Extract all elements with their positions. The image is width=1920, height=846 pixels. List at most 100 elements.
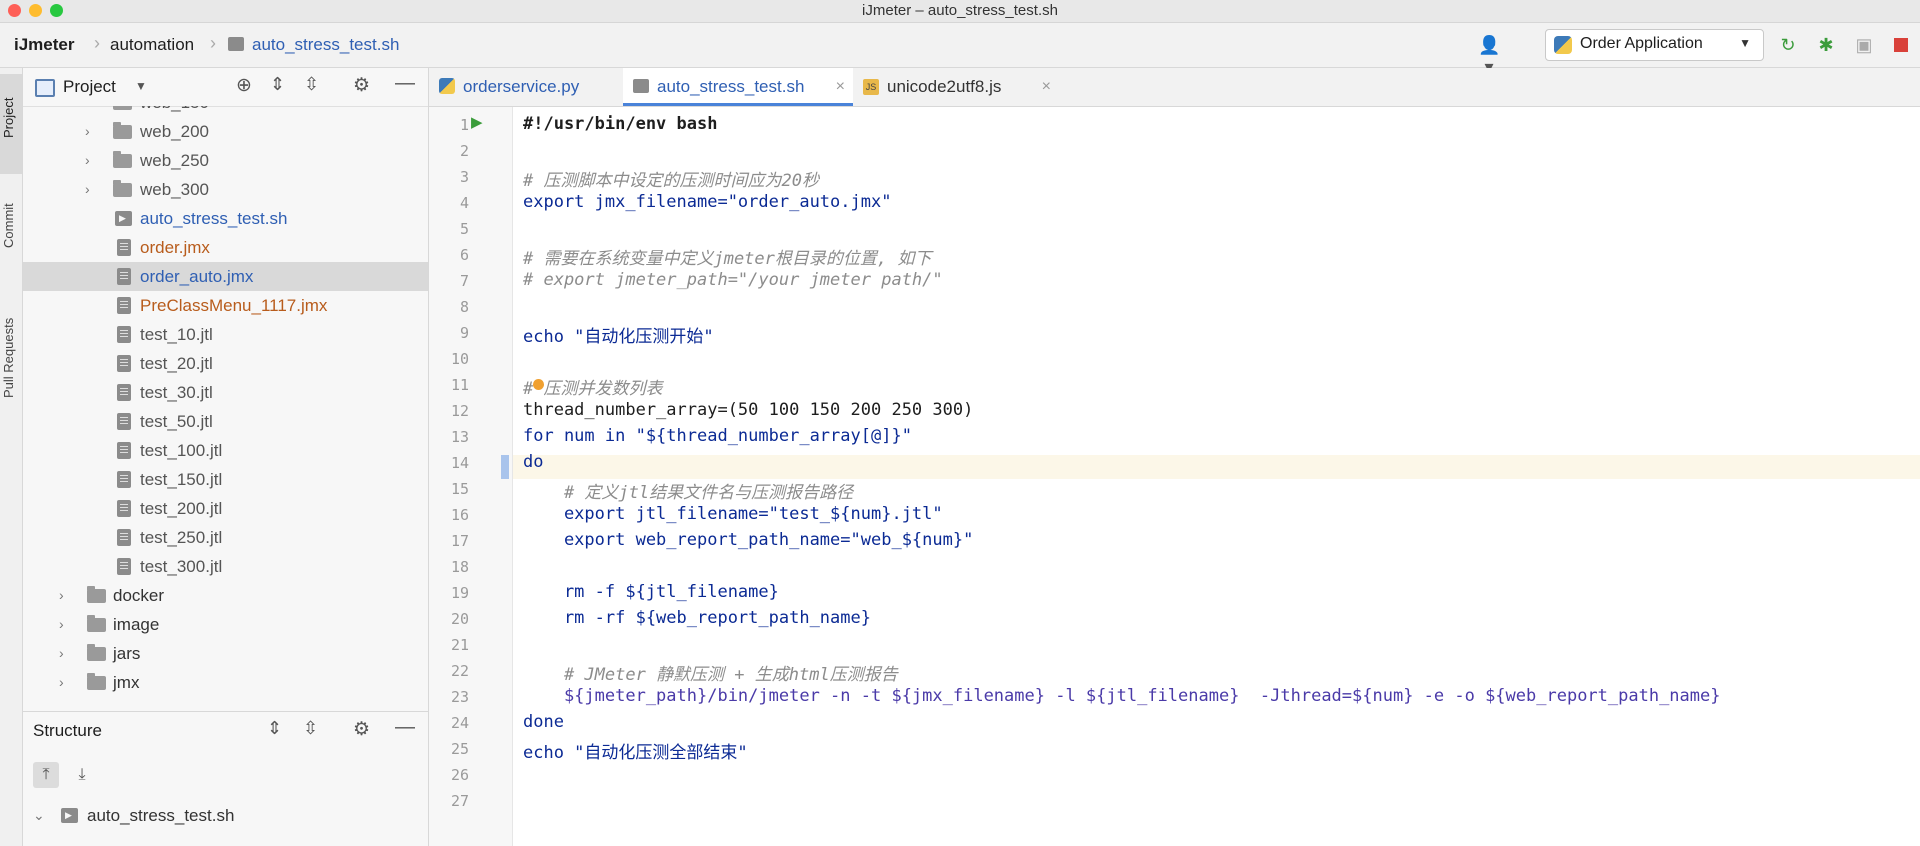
tree-item-folder[interactable]: › image [23, 610, 428, 639]
tree-item-file[interactable]: order.jmx [23, 233, 428, 262]
breadcrumb-project[interactable]: iJmeter [14, 35, 74, 55]
breadcrumb-file[interactable]: auto_stress_test.sh [252, 35, 399, 55]
stop-icon[interactable] [1890, 34, 1912, 56]
tree-item-file[interactable]: PreClassMenu_1117.jmx [23, 291, 428, 320]
tree-item-label: auto_stress_test.sh [140, 209, 288, 228]
breadcrumb-folder[interactable]: automation [110, 35, 194, 55]
line-number: 14 [450, 454, 469, 472]
coverage-icon[interactable]: ▣ [1853, 34, 1875, 56]
tree-item-folder[interactable]: › docker [23, 581, 428, 610]
user-icon[interactable]: 👤▾ [1478, 34, 1500, 77]
file-icon [117, 239, 131, 256]
file-icon [117, 529, 131, 546]
code-line: rm -rf ${web_report_path_name} [523, 608, 871, 628]
javascript-icon: JS [863, 79, 879, 95]
sort-up-icon[interactable]: ⤒ [33, 762, 59, 788]
tree-item-label: web_200 [140, 122, 210, 141]
chevron-right-icon: › [59, 616, 64, 632]
hide-panel-icon[interactable]: — [395, 72, 415, 95]
tree-item-file[interactable]: test_10.jtl [23, 320, 428, 349]
code-line: do [523, 452, 544, 472]
file-icon [117, 471, 131, 488]
tab-orderservice-py[interactable]: orderservice.py [429, 68, 623, 106]
tab-auto-stress-test-sh[interactable]: auto_stress_test.sh × [623, 68, 853, 106]
line-number: 5 [459, 220, 469, 238]
sort-down-icon[interactable]: ⤓ [69, 762, 95, 788]
commit-tool-tab[interactable]: Commit [1, 203, 16, 248]
tree-item-folder[interactable]: › jmx [23, 668, 428, 697]
line-number: 12 [450, 402, 469, 420]
python-icon [1554, 36, 1572, 54]
rerun-icon[interactable]: ↻ [1777, 34, 1799, 56]
expand-all-icon[interactable]: ⇕ [267, 718, 282, 739]
code-line: # 压测脚本中设定的压测时间应为20秒 [523, 171, 819, 191]
collapse-all-icon[interactable]: ⇳ [303, 718, 318, 739]
folder-icon [87, 615, 106, 632]
shell-file-icon [633, 79, 649, 93]
hide-panel-icon[interactable]: — [395, 716, 415, 739]
tree-item-label: order.jmx [140, 238, 210, 257]
project-panel-title[interactable]: Project [63, 77, 116, 97]
line-number: 16 [450, 506, 469, 524]
bookmark-icon[interactable] [533, 379, 544, 390]
folder-icon [87, 644, 106, 661]
tree-item-file[interactable]: test_200.jtl [23, 494, 428, 523]
run-configuration-selector[interactable]: Order Application ▼ [1545, 29, 1764, 61]
debug-icon[interactable]: ✱ [1815, 34, 1837, 56]
tree-item-file[interactable]: test_250.jtl [23, 523, 428, 552]
line-number: 13 [450, 428, 469, 446]
tree-item-label: jmx [113, 673, 140, 692]
code-line: # export jmeter_path="/your jmeter path/… [523, 270, 943, 290]
project-tool-tab[interactable]: Project [1, 98, 16, 138]
tree-item-file[interactable]: test_150.jtl [23, 465, 428, 494]
expand-all-icon[interactable]: ⇕ [270, 74, 285, 95]
line-number: 23 [450, 688, 469, 706]
close-icon[interactable]: × [1042, 68, 1051, 106]
locate-file-icon[interactable]: ⊕ [236, 74, 252, 97]
chevron-down-icon: ⌄ [33, 807, 45, 823]
run-gutter-icon[interactable]: ▶ [471, 113, 483, 131]
line-number: 21 [450, 636, 469, 654]
project-tree: › web_150 › web_200 › web_250 › web_300 … [23, 106, 428, 710]
python-icon [439, 78, 455, 94]
chevron-right-icon: › [59, 674, 64, 690]
chevron-right-icon: › [85, 181, 90, 197]
project-panel-header: Project ▼ ⊕ ⇕ ⇳ ⚙ — [23, 68, 428, 107]
structure-panel-header: Structure ⇕ ⇳ ⚙ — [23, 711, 428, 750]
structure-item[interactable]: ⌄ auto_stress_test.sh [23, 801, 428, 830]
tree-item-folder[interactable]: › web_250 [23, 146, 428, 175]
close-icon[interactable]: × [836, 68, 845, 106]
editor-tab-bar: orderservice.py auto_stress_test.sh × JS… [429, 68, 1920, 107]
code-line: export web_report_path_name="web_${num}" [523, 530, 974, 550]
tree-item-folder[interactable]: › web_200 [23, 117, 428, 146]
code-line: for num in "${thread_number_array[@]}" [523, 426, 912, 446]
structure-item-label: auto_stress_test.sh [87, 806, 235, 825]
tree-item-label: web_300 [140, 180, 210, 199]
line-number: 1 [459, 116, 469, 134]
pull-requests-tool-tab[interactable]: Pull Requests [1, 318, 16, 398]
tree-item-folder[interactable]: › jars [23, 639, 428, 668]
tree-item-file-selected[interactable]: order_auto.jmx [23, 262, 428, 291]
tree-item-file[interactable]: test_50.jtl [23, 407, 428, 436]
tree-item-label: test_100.jtl [140, 441, 223, 460]
line-number: 27 [450, 792, 469, 810]
tree-item-folder[interactable]: › web_300 [23, 175, 428, 204]
code-line: # 需要在系统变量中定义jmeter根目录的位置, 如下 [523, 249, 932, 269]
tree-item-file[interactable]: test_30.jtl [23, 378, 428, 407]
tree-item-folder[interactable]: › web_150 [23, 106, 428, 117]
gear-icon[interactable]: ⚙ [353, 718, 370, 741]
code-line: # 压测并发数列表 [523, 379, 663, 399]
chevron-down-icon[interactable]: ▼ [135, 79, 147, 93]
tab-unicode2utf8-js[interactable]: JS unicode2utf8.js × [853, 68, 1053, 106]
line-number: 4 [459, 194, 469, 212]
tree-item-file[interactable]: test_100.jtl [23, 436, 428, 465]
tree-item-file[interactable]: test_300.jtl [23, 552, 428, 581]
chevron-right-icon: › [85, 123, 90, 139]
tool-window-strip: Project Commit Pull Requests [0, 68, 23, 846]
tree-item-file[interactable]: auto_stress_test.sh [23, 204, 428, 233]
tree-item-file[interactable]: test_20.jtl [23, 349, 428, 378]
line-number: 9 [459, 324, 469, 342]
collapse-all-icon[interactable]: ⇳ [304, 74, 319, 95]
gear-icon[interactable]: ⚙ [353, 74, 370, 97]
tree-item-label: web_250 [140, 151, 210, 170]
